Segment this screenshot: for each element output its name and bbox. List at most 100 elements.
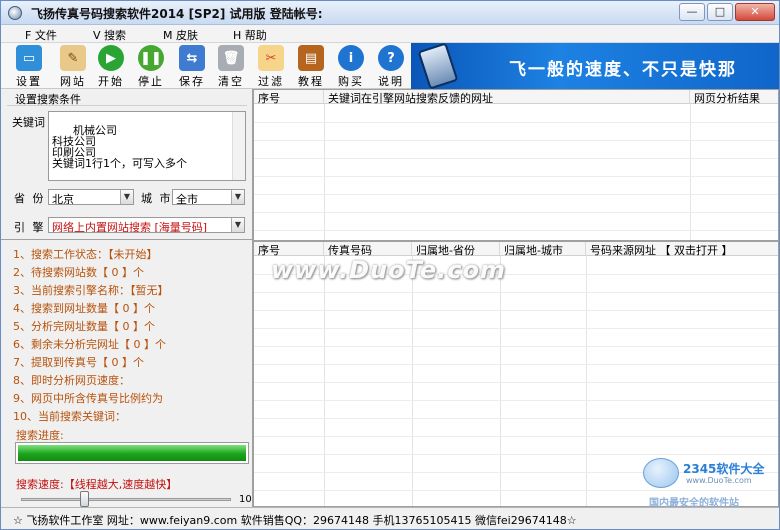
toolbar-tutorial-button[interactable]: ▤ 教程 [295,45,327,88]
help-icon: ? [378,45,404,71]
toolbar-label: 过滤 [258,75,284,88]
menu-file[interactable]: F 文件 [25,25,57,43]
toolbar-help-button[interactable]: ? 说明 [375,45,407,88]
toolbar-buy-button[interactable]: i 购买 [335,45,367,88]
engine-label: 引 擎 [14,221,46,234]
divider [1,239,253,240]
close-button[interactable]: ✕ [735,3,775,21]
province-label: 省 份 [14,192,46,205]
city-value: 全市 [176,193,198,205]
maximize-button[interactable]: □ [707,3,733,21]
save-icon: ⇆ [179,45,205,71]
menu-bar: F 文件 V 搜索 M 皮肤 H 帮助 [1,25,779,43]
menu-search[interactable]: V 搜索 [93,25,126,43]
play-icon: ▶ [98,45,124,71]
promo-banner: 飞一般的速度、不只是快那 [411,43,779,89]
status-line: 8、即时分析网页速度： [13,374,130,387]
title-bar[interactable]: 飞扬传真号码搜索软件2014 [SP2] 试用版 登陆帐号: — □ ✕ [1,1,779,25]
column-header[interactable]: 序号 [254,90,324,105]
toolbar-clear-button[interactable]: 🗑 清空 [215,45,247,88]
logo-url: www.DuoTe.com [686,476,752,485]
toolbar-label: 开始 [98,75,124,88]
toolbar: ▭ 设置 ✎ 网站 ▶ 开始 ❚❚ 停止 ⇆ 保存 🗑 清空 ✂ 过滤 ▤ 教程… [1,43,779,89]
phone-icon [417,43,459,89]
chevron-down-icon[interactable]: ▼ [231,218,244,232]
pause-icon: ❚❚ [138,45,164,71]
column-header[interactable]: 归属地-省份 [412,242,500,257]
status-line: 5、分析完网址数量【 0 】个 [13,320,155,333]
status-line: 9、网页中所含传真号比例约为 [13,392,163,405]
banner-text: 飞一般的速度、不只是快那 [509,60,737,80]
monitor-icon: ▭ [16,45,42,71]
toolbar-label: 教程 [298,75,324,88]
keyword-text: 机械公司 科技公司 印刷公司 关键词1行1个，可写入多个 [52,124,187,170]
app-window: 飞扬传真号码搜索软件2014 [SP2] 试用版 登陆帐号: — □ ✕ F 文… [0,0,780,530]
toolbar-label: 设置 [16,75,42,88]
toolbar-filter-button[interactable]: ✂ 过滤 [255,45,287,88]
status-line: 4、搜索到网址数量【 0 】个 [13,302,155,315]
info-icon: i [338,45,364,71]
status-line: 1、搜索工作状态：【未开始】 [13,248,158,261]
toolbar-stop-button[interactable]: ❚❚ 停止 [135,45,167,88]
window-title: 飞扬传真号码搜索软件2014 [SP2] 试用版 登陆帐号: [31,7,323,21]
toolbar-label: 停止 [138,75,164,88]
book-icon: ▤ [298,45,324,71]
url-results-table[interactable]: 序号 关键词在引擎网站搜索反馈的网址 网页分析结果 [253,89,779,241]
progress-label: 搜索进度: [16,429,64,442]
logo-title: 2345软件大全 [683,462,765,476]
column-header[interactable]: 归属地-城市 [500,242,586,257]
status-bar: ☆ 飞扬软件工作室 网址：www.feiyan9.com 软件销售QQ：2967… [1,507,779,529]
table-header: 序号 关键词在引擎网站搜索反馈的网址 网页分析结果 [254,90,778,105]
status-line: 6、剩余未分析完网址【 0 】个 [13,338,166,351]
province-select[interactable]: 北京 ▼ [48,189,134,205]
column-header[interactable]: 网页分析结果 [690,90,778,105]
column-header[interactable]: 关键词在引擎网站搜索反馈的网址 [324,90,690,105]
toolbar-label: 清空 [218,75,244,88]
city-label: 城 市 [141,192,173,205]
chevron-down-icon[interactable]: ▼ [231,190,244,204]
toolbar-label: 网站 [60,75,86,88]
search-progress-bar [15,442,249,464]
toolbar-label: 保存 [179,75,205,88]
minimize-button[interactable]: — [679,3,705,21]
column-header[interactable]: 号码来源网址 【 双击打开 】 [586,242,778,257]
chevron-down-icon[interactable]: ▼ [120,190,133,204]
toolbar-label: 说明 [378,75,404,88]
speed-slider-thumb[interactable] [80,491,89,507]
toolbar-label: 购买 [338,75,364,88]
menu-skin[interactable]: M 皮肤 [163,25,198,43]
toolbar-save-button[interactable]: ⇆ 保存 [176,45,208,88]
filter-icon: ✂ [258,45,284,71]
status-line: 10、当前搜索关键词： [13,410,126,423]
status-line: 7、提取到传真号【 0 】个 [13,356,144,369]
divider [7,105,247,106]
toolbar-start-button[interactable]: ▶ 开始 [95,45,127,88]
table-header: 序号 传真号码 归属地-省份 归属地-城市 号码来源网址 【 双击打开 】 [254,242,778,257]
menu-help[interactable]: H 帮助 [233,25,267,43]
column-header[interactable]: 序号 [254,242,324,257]
keyword-scrollbar[interactable] [232,112,245,180]
city-select[interactable]: 全市 ▼ [172,189,245,205]
trash-icon: 🗑 [218,45,244,71]
corner-logo: 2345软件大全 www.DuoTe.com 国内最安全的软件站 [641,456,777,509]
watermark: www.DuoTe.com [271,256,506,284]
engine-value: 网络上内置网站搜索 [海量号码] [52,221,208,233]
speed-max-label: 10 [239,494,252,505]
toolbar-website-button[interactable]: ✎ 网站 [57,45,89,88]
keyword-label: 关键词 [12,116,45,129]
settings-panel: 设置搜索条件 关键词 机械公司 科技公司 印刷公司 关键词1行1个，可写入多个 … [1,89,253,507]
toolbar-settings-button[interactable]: ▭ 设置 [13,45,45,88]
status-line: 2、待搜索网站数【 0 】个 [13,266,144,279]
speed-slider-track[interactable] [21,498,231,501]
status-list: 1、搜索工作状态：【未开始】 2、待搜索网站数【 0 】个 3、当前搜索引擎名称… [13,246,169,426]
keyword-textarea[interactable]: 机械公司 科技公司 印刷公司 关键词1行1个，可写入多个 [48,111,246,181]
progress-fill [18,445,246,461]
engine-select[interactable]: 网络上内置网站搜索 [海量号码] ▼ [48,217,245,233]
status-line: 3、当前搜索引擎名称：【暂无】 [13,284,169,297]
notepad-icon: ✎ [60,45,86,71]
column-header[interactable]: 传真号码 [324,242,412,257]
speed-label: 搜索速度:【线程越大,速度越快】 [16,478,178,491]
province-value: 北京 [52,193,74,205]
app-icon [8,6,22,20]
cloud-logo-icon [643,458,679,488]
